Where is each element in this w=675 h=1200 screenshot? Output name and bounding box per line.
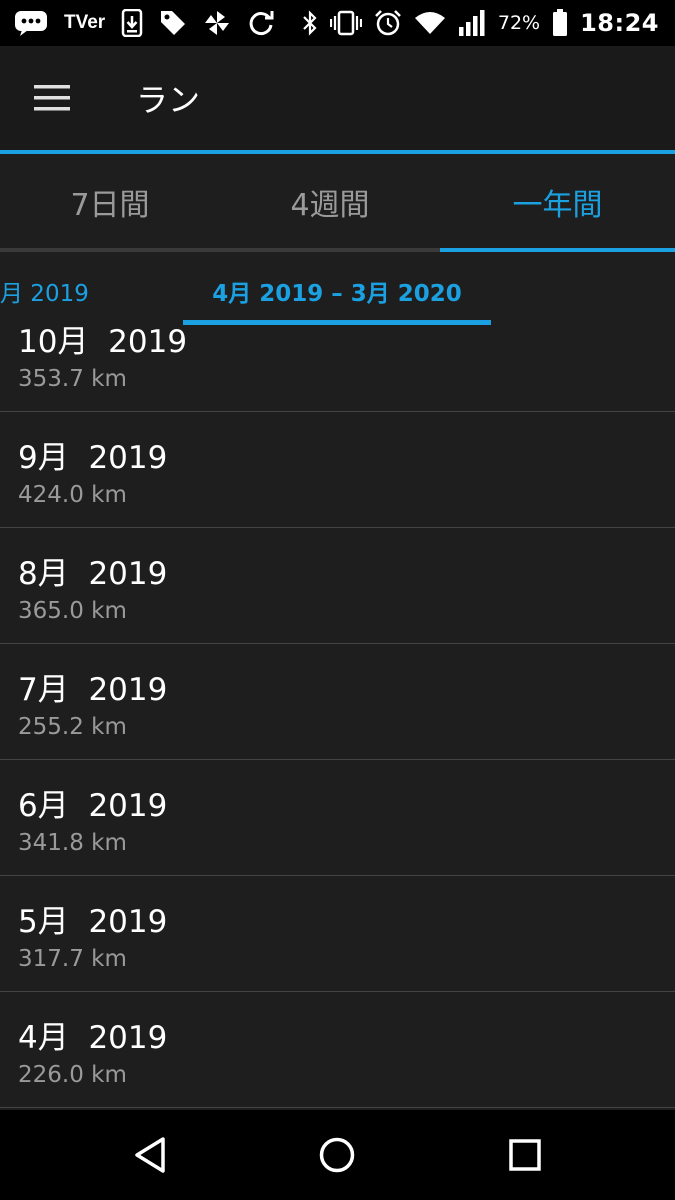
- current-range[interactable]: 4月 2019 – 3月 2020: [183, 274, 491, 308]
- pinwheel-icon: [203, 9, 231, 37]
- list-item[interactable]: 10月 2019 353.7 km: [0, 326, 675, 412]
- month-label: 7月 2019: [18, 664, 167, 709]
- tver-label: TVer: [64, 12, 106, 33]
- month-name: 5月: [18, 904, 69, 940]
- download-icon: [121, 9, 143, 37]
- tag-icon: [159, 9, 187, 37]
- tab-4-weeks[interactable]: 4週間: [220, 154, 440, 250]
- recents-square-icon: [509, 1139, 541, 1171]
- month-year: 2019: [88, 672, 168, 708]
- list-item[interactable]: 5月 2019 317.7 km: [0, 876, 675, 992]
- month-name: 10月: [18, 326, 89, 360]
- current-range-indicator: [183, 320, 491, 325]
- month-label: 6月 2019: [18, 780, 167, 825]
- back-triangle-icon: [135, 1137, 165, 1173]
- list-item[interactable]: 7月 2019 255.2 km: [0, 644, 675, 760]
- month-distance: 365.0 km: [18, 598, 127, 624]
- month-distance: 424.0 km: [18, 482, 127, 508]
- vibrate-icon: [329, 10, 362, 36]
- chat-bubble-icon: [14, 10, 48, 36]
- page-title: ラン: [136, 81, 201, 119]
- sync-icon: [247, 9, 275, 37]
- home-button[interactable]: [312, 1130, 362, 1180]
- status-bar: TVer 72% 18:24: [0, 0, 675, 46]
- status-bar-right: 72% 18:24: [302, 9, 675, 37]
- month-label: 8月 2019: [18, 548, 167, 593]
- bluetooth-icon: [302, 10, 318, 36]
- month-distance: 317.7 km: [18, 946, 127, 972]
- previous-range[interactable]: 月 2019: [0, 274, 89, 308]
- period-tabs: 7日間 4週間 一年間: [0, 154, 675, 250]
- recents-button[interactable]: [500, 1130, 550, 1180]
- month-list-content: 10月 2019 353.7 km 9月 2019 424.0 km 8月 20…: [0, 326, 675, 1108]
- list-item[interactable]: 4月 2019 226.0 km: [0, 992, 675, 1108]
- home-circle-icon: [319, 1137, 355, 1173]
- system-navigation-bar: [0, 1110, 675, 1200]
- signal-icon: [458, 9, 486, 37]
- month-distance: 353.7 km: [18, 366, 127, 392]
- status-bar-left: TVer: [0, 9, 275, 37]
- alarm-icon: [374, 9, 402, 37]
- tab-7-days[interactable]: 7日間: [0, 154, 220, 250]
- menu-button[interactable]: [0, 46, 104, 150]
- month-name: 8月: [18, 556, 69, 592]
- month-name: 9月: [18, 440, 69, 476]
- month-name: 4月: [18, 1020, 69, 1056]
- month-list[interactable]: 10月 2019 353.7 km 9月 2019 424.0 km 8月 20…: [0, 326, 675, 1110]
- wifi-icon: [414, 11, 446, 35]
- hamburger-menu-icon: [34, 85, 70, 111]
- tver-icon: TVer: [64, 12, 105, 34]
- month-label: 5月 2019: [18, 896, 167, 941]
- date-range-pager[interactable]: 月 2019 4月 2019 – 3月 2020: [0, 252, 675, 330]
- battery-icon: [552, 9, 568, 37]
- tab-one-year[interactable]: 一年間: [440, 154, 675, 250]
- status-time: 18:24: [580, 9, 659, 37]
- month-year: 2019: [88, 440, 168, 476]
- month-distance: 255.2 km: [18, 714, 127, 740]
- month-year: 2019: [108, 326, 188, 360]
- app-bar: ラン: [0, 46, 675, 150]
- list-item[interactable]: 8月 2019 365.0 km: [0, 528, 675, 644]
- list-item[interactable]: 6月 2019 341.8 km: [0, 760, 675, 876]
- month-name: 6月: [18, 788, 69, 824]
- month-year: 2019: [88, 788, 168, 824]
- month-distance: 226.0 km: [18, 1062, 127, 1088]
- back-button[interactable]: [125, 1130, 175, 1180]
- month-label: 4月 2019: [18, 1012, 167, 1057]
- month-distance: 341.8 km: [18, 830, 127, 856]
- month-year: 2019: [88, 904, 168, 940]
- month-year: 2019: [88, 556, 168, 592]
- month-label: 10月 2019: [18, 326, 187, 361]
- month-label: 9月 2019: [18, 432, 167, 477]
- month-year: 2019: [88, 1020, 168, 1056]
- list-item[interactable]: 9月 2019 424.0 km: [0, 412, 675, 528]
- month-name: 7月: [18, 672, 69, 708]
- battery-percent: 72%: [497, 12, 541, 34]
